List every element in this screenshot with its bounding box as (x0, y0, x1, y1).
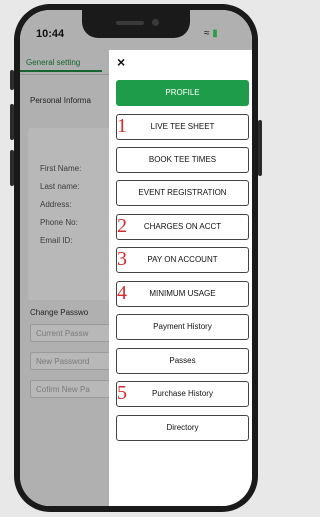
status-time: 10:44 (36, 28, 65, 40)
close-icon[interactable]: × (117, 54, 125, 70)
menu-minimum-usage-button[interactable]: MINIMUM USAGE (116, 281, 249, 307)
power-button (258, 120, 262, 176)
annotation-number-3: 3 (117, 248, 127, 270)
battery-icon: ▮ (212, 28, 218, 39)
menu-book-tee-times-button[interactable]: BOOK TEE TIMES (116, 147, 249, 173)
camera-icon (152, 19, 159, 26)
menu-pay-on-account-button[interactable]: PAY ON ACCOUNT (116, 247, 249, 273)
annotation-number-1: 1 (117, 115, 127, 137)
phone-screen: General setting Personal Informa First N… (20, 10, 252, 506)
menu-passes-button[interactable]: Passes (116, 348, 249, 374)
menu-live-tee-sheet-button[interactable]: LIVE TEE SHEET (116, 114, 249, 140)
menu-charges-on-acct-button[interactable]: CHARGES ON ACCT (116, 214, 249, 240)
menu-directory-button[interactable]: Directory (116, 415, 249, 441)
volume-down-button (10, 150, 14, 186)
menu-payment-history-button[interactable]: Payment History (116, 314, 249, 340)
speaker-icon (116, 21, 144, 25)
volume-up-button (10, 104, 14, 140)
wifi-icon: ≈ (204, 28, 210, 39)
mute-switch (10, 70, 14, 90)
menu-event-registration-button[interactable]: EVENT REGISTRATION (116, 180, 249, 206)
menu-purchase-history-button[interactable]: Purchase History (116, 381, 249, 407)
annotation-number-4: 4 (117, 282, 127, 304)
side-menu-drawer: × PROFILE LIVE TEE SHEET 1 BOOK TEE TIME… (109, 50, 252, 506)
annotation-number-5: 5 (117, 382, 127, 404)
notch (82, 10, 190, 38)
status-icons: ≈ ▮ (204, 28, 218, 39)
menu-profile-button[interactable]: PROFILE (116, 80, 249, 106)
annotation-number-2: 2 (117, 215, 127, 237)
